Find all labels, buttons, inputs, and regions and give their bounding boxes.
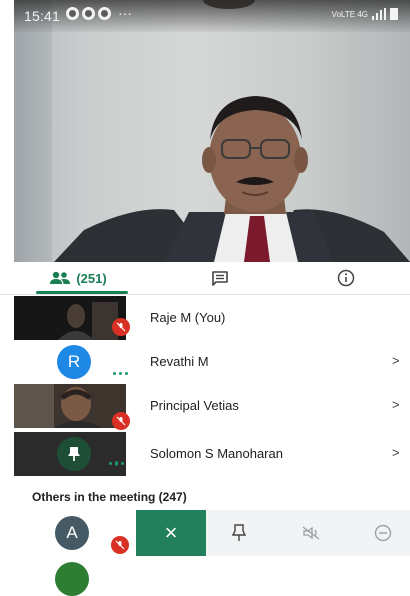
participant-name: Principal Vetias	[150, 398, 239, 413]
people-icon	[50, 271, 71, 284]
avatar-letter: R	[67, 352, 81, 371]
others-section-title: Others in the meeting (247)	[32, 490, 187, 504]
participant-name: Solomon S Manoharan	[150, 446, 283, 461]
participant-name: Raje M (You)	[150, 310, 226, 325]
speaker-video-figure	[54, 0, 410, 262]
chevron-right-icon[interactable]: >	[392, 353, 400, 368]
avatar	[57, 437, 91, 471]
tab-info[interactable]	[282, 262, 410, 294]
notification-icon	[82, 7, 95, 20]
status-more-icon: ···	[118, 5, 132, 21]
muted-icon	[112, 412, 130, 430]
participant-video-thumb	[14, 296, 126, 340]
speaking-indicator-icon	[109, 461, 124, 466]
signal-icon	[372, 8, 386, 20]
participant-row[interactable]: Principal Vetias >	[0, 384, 410, 430]
pin-icon	[232, 524, 246, 541]
tab-bar: (251)	[0, 262, 410, 295]
network-type-label: VoLTE 4G	[331, 9, 368, 19]
close-button[interactable]: ×	[136, 510, 206, 556]
remove-participant-button[interactable]	[358, 510, 408, 556]
participant-row[interactable]: Raje M (You)	[0, 296, 410, 340]
pin-button[interactable]	[214, 510, 264, 556]
participant-name: Revathi M	[150, 354, 209, 369]
muted-icon	[111, 536, 129, 554]
participant-action-bar: ×	[136, 510, 410, 556]
status-indicators: VoLTE 4G	[332, 8, 398, 20]
chevron-right-icon[interactable]: >	[392, 445, 400, 460]
info-icon	[337, 269, 355, 287]
participant-video-icon	[14, 384, 126, 428]
tab-chat[interactable]	[156, 262, 284, 294]
mute-remote-icon	[302, 526, 320, 540]
avatar-letter: A	[66, 523, 78, 542]
remove-icon	[374, 524, 392, 542]
notification-icons	[66, 7, 111, 20]
close-icon: ×	[164, 520, 178, 545]
status-bar: 15:41 ··· VoLTE 4G	[14, 0, 410, 32]
tab-people[interactable]: (251)	[14, 262, 142, 294]
participant-video-thumb	[14, 384, 126, 428]
participant-row[interactable]: Solomon S Manoharan >	[0, 432, 410, 476]
mute-remote-button[interactable]	[286, 510, 336, 556]
active-tab-indicator	[36, 291, 128, 294]
participant-row[interactable]: R Revathi M >	[0, 340, 410, 384]
main-video[interactable]: 15:41 ··· VoLTE 4G	[14, 0, 410, 262]
chevron-right-icon[interactable]: >	[392, 397, 400, 412]
people-count: (251)	[76, 270, 107, 286]
speaking-indicator-icon	[113, 372, 128, 375]
chat-icon	[212, 271, 228, 286]
status-time: 15:41	[24, 8, 61, 24]
pin-icon	[68, 447, 80, 461]
battery-icon	[390, 8, 398, 20]
notification-icon	[98, 7, 111, 20]
avatar: R	[57, 345, 91, 379]
avatar[interactable]: A	[55, 516, 89, 550]
avatar[interactable]	[55, 562, 89, 596]
self-video-icon	[14, 296, 126, 340]
muted-icon	[112, 318, 130, 336]
notification-icon	[66, 7, 79, 20]
